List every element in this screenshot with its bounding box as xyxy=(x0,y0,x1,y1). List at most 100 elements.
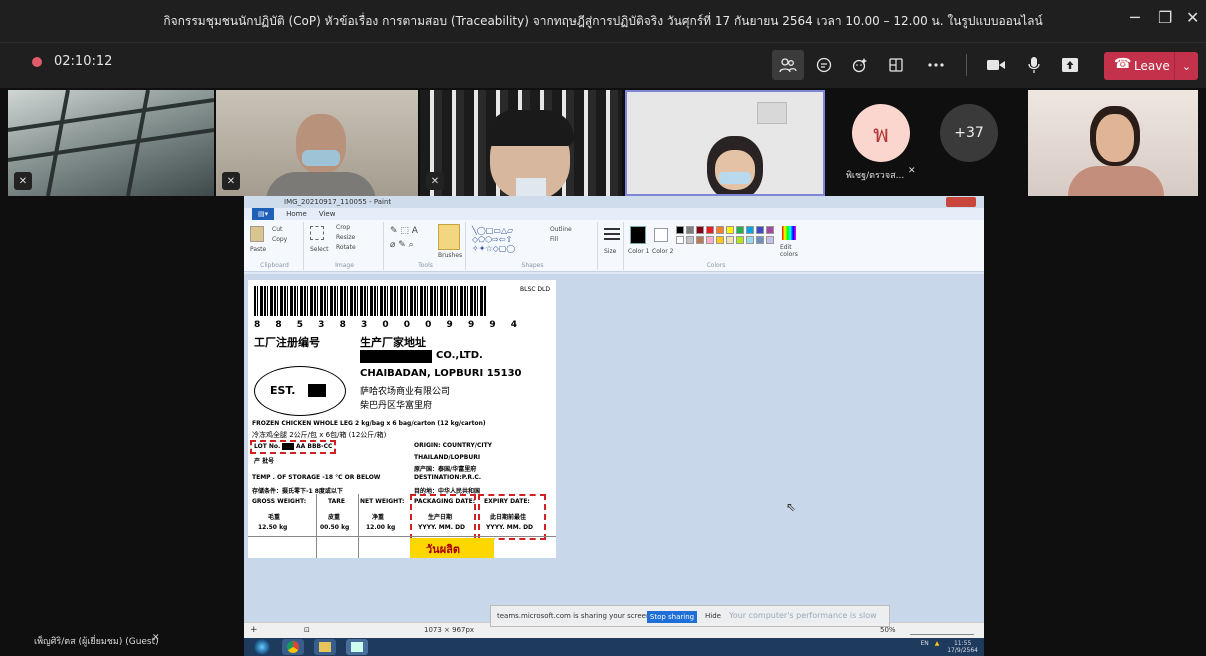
paste-button[interactable]: Paste xyxy=(250,246,266,253)
guest-name: เพ็ญศิริ/ตส (ผู้เยี่ยมชม) (Guest) xyxy=(34,637,159,647)
fill-button[interactable]: Fill xyxy=(550,236,558,243)
shapes-gallery-icon[interactable]: ◇⬠⬡⇨⇦⇧ xyxy=(472,235,512,244)
video-tile[interactable]: ✕ xyxy=(8,90,214,196)
brushes-button[interactable]: Brushes xyxy=(438,252,462,259)
color2-button[interactable]: Color 2 xyxy=(652,248,673,255)
share-icon[interactable] xyxy=(1054,50,1086,80)
size-icon[interactable] xyxy=(604,228,620,242)
chrome-icon[interactable] xyxy=(282,639,304,655)
reactions-icon[interactable] xyxy=(844,50,876,80)
origin-cn-text: 原产国：泰国/华富里府 xyxy=(414,466,477,473)
palette-swatch[interactable] xyxy=(696,226,704,234)
palette-swatch[interactable] xyxy=(766,236,774,244)
group-label: Shapes xyxy=(521,262,544,269)
video-tile-active-speaker[interactable] xyxy=(625,90,825,196)
rooms-icon[interactable] xyxy=(880,50,912,80)
palette-swatch[interactable] xyxy=(686,236,694,244)
expiry-date-label: EXPIRY DATE: xyxy=(484,498,530,505)
palette-swatch[interactable] xyxy=(686,226,694,234)
palette-swatch[interactable] xyxy=(716,236,724,244)
palette-swatch[interactable] xyxy=(746,226,754,234)
palette-swatch[interactable] xyxy=(766,226,774,234)
cut-button[interactable]: Cut xyxy=(272,226,282,233)
video-tile[interactable] xyxy=(1028,90,1198,196)
resize-button[interactable]: Resize xyxy=(336,234,355,241)
palette-swatch[interactable] xyxy=(756,226,764,234)
minimize-icon[interactable]: ─ xyxy=(1130,8,1140,27)
edit-colors-button[interactable]: Edit colors xyxy=(780,244,804,258)
shapes-gallery-icon[interactable]: ✧✦☆◇▢◯ xyxy=(472,244,515,253)
start-icon[interactable] xyxy=(254,639,270,655)
maximize-icon[interactable]: ❐ xyxy=(1158,8,1172,27)
stop-sharing-button[interactable]: Stop sharing xyxy=(647,611,697,623)
file-menu-icon[interactable]: ▤▾ xyxy=(252,208,275,220)
tare-value: 00.50 kg xyxy=(320,524,350,531)
people-icon[interactable] xyxy=(772,50,804,80)
picker-icon[interactable]: ⌀ ✎ ⌕ xyxy=(390,240,414,250)
palette-swatch[interactable] xyxy=(676,236,684,244)
palette-swatch[interactable] xyxy=(726,236,734,244)
chevron-down-icon[interactable]: ⌄ xyxy=(1174,52,1198,80)
palette-swatch[interactable] xyxy=(736,226,744,234)
leave-label: Leave xyxy=(1134,59,1170,73)
clock[interactable]: 11:55 17/9/2564 xyxy=(947,640,978,654)
paint-close-icon[interactable] xyxy=(946,197,976,207)
clock-date: 17/9/2564 xyxy=(947,647,978,654)
palette-swatch[interactable] xyxy=(696,236,704,244)
avatar[interactable]: พ xyxy=(852,104,910,162)
shapes-group: ╲◯□▭△▱ ◇⬠⬡⇨⇦⇧ ✧✦☆◇▢◯ Outline Fill Shapes xyxy=(468,222,598,270)
product-label-image: BLSC DLD 8 8 5 3 8 3 0 0 0 9 9 9 4 工厂注册编… xyxy=(248,280,556,558)
palette-swatch[interactable] xyxy=(676,226,684,234)
color2-swatch[interactable] xyxy=(654,228,668,242)
palette-swatch[interactable] xyxy=(706,226,714,234)
palette-swatch[interactable] xyxy=(756,236,764,244)
warning-icon[interactable]: ▲ xyxy=(935,640,940,647)
crop-button[interactable]: Crop xyxy=(336,224,350,231)
video-tile[interactable]: ✕ xyxy=(216,90,418,196)
mic-icon[interactable] xyxy=(1018,50,1050,80)
paste-icon[interactable] xyxy=(250,226,264,242)
video-tile[interactable]: ✕ xyxy=(420,90,622,196)
size-button[interactable]: Size xyxy=(604,248,616,255)
close-icon[interactable]: ✕ xyxy=(1186,8,1199,27)
redaction xyxy=(282,443,294,450)
tab-view[interactable]: View xyxy=(319,208,336,220)
color1-button[interactable]: Color 1 xyxy=(628,248,649,255)
select-icon[interactable] xyxy=(310,226,324,240)
outline-button[interactable]: Outline xyxy=(550,226,572,233)
tab-home[interactable]: Home xyxy=(286,208,307,220)
brushes-icon[interactable] xyxy=(438,224,460,250)
mic-off-icon: ✕ xyxy=(426,172,444,190)
chat-icon[interactable] xyxy=(808,50,840,80)
copy-button[interactable]: Copy xyxy=(272,236,287,243)
edit-colors-icon[interactable] xyxy=(782,226,796,240)
more-participants-button[interactable]: +37 xyxy=(940,104,998,162)
palette-swatch[interactable] xyxy=(736,236,744,244)
palette-swatch[interactable] xyxy=(726,226,734,234)
pack-cn: 生产日期 xyxy=(428,514,453,521)
zoom-slider[interactable] xyxy=(910,627,974,635)
select-button[interactable]: Select xyxy=(310,246,329,253)
leave-button[interactable]: ☎ Leave ⌄ xyxy=(1104,52,1198,80)
palette-swatch[interactable] xyxy=(706,236,714,244)
paint-canvas[interactable]: BLSC DLD 8 8 5 3 8 3 0 0 0 9 9 9 4 工厂注册编… xyxy=(244,274,984,622)
window-title: กิจกรรมชุมชนนักปฏิบัติ (CoP) หัวข้อเรื่อ… xyxy=(163,13,1043,28)
camera-icon[interactable] xyxy=(980,50,1012,80)
explorer-icon[interactable] xyxy=(314,639,336,655)
add-icon[interactable]: + xyxy=(250,625,258,635)
shapes-gallery-icon[interactable]: ╲◯□▭△▱ xyxy=(472,226,513,235)
color1-swatch[interactable] xyxy=(630,226,646,244)
paint-app-icon[interactable] xyxy=(346,639,368,655)
pencil-icon[interactable]: ✎ ⬚ A xyxy=(390,226,418,236)
rotate-button[interactable]: Rotate xyxy=(336,244,356,251)
ribbon-tabs: ▤▾ Home View xyxy=(244,208,984,220)
language-indicator[interactable]: EN xyxy=(920,640,928,647)
thai-date-tag: วันผลิต xyxy=(426,543,461,556)
palette-swatch[interactable] xyxy=(746,236,754,244)
group-label: Clipboard xyxy=(260,262,289,269)
phone-icon: ☎ xyxy=(1114,56,1132,72)
gross-cn: 毛重 xyxy=(268,514,281,521)
palette-swatch[interactable] xyxy=(716,226,724,234)
hide-button[interactable]: Hide xyxy=(705,612,721,620)
more-icon[interactable] xyxy=(920,50,952,80)
